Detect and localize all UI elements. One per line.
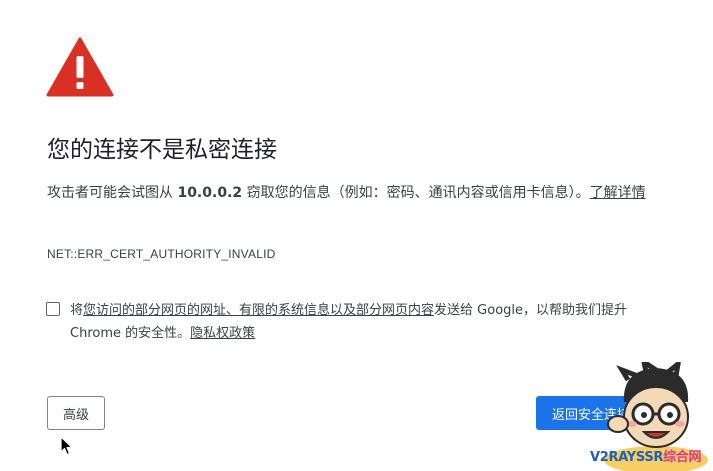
optin-details-link[interactable]: 您访问的部分网页的网址、有限的系统信息以及部分网页内容: [83, 303, 434, 318]
watermark-text: V2RAYSSR综合网: [590, 446, 702, 465]
watermark-part-1: V2RAYSSR: [590, 450, 664, 465]
optin-checkbox[interactable]: [46, 302, 60, 316]
description-text-before: 攻击者可能会试图从: [47, 185, 178, 201]
description-text-after: 窃取您的信息（例如：密码、通讯内容或信用卡信息）。: [242, 185, 590, 201]
error-code: NET::ERR_CERT_AUTHORITY_INVALID: [47, 247, 276, 261]
privacy-policy-link[interactable]: 隐私权政策: [190, 326, 255, 341]
optin-prefix: 将: [70, 303, 84, 318]
interstitial-page: 您的连接不是私密连接 攻击者可能会试图从 10.0.0.2 窃取您的信息（例如：…: [0, 0, 713, 471]
host-name: 10.0.0.2: [177, 185, 243, 201]
learn-more-link[interactable]: 了解详情: [590, 185, 646, 201]
warning-triangle-icon: [46, 37, 114, 97]
advanced-button[interactable]: 高级: [47, 396, 105, 430]
watermark-part-2: 综合网: [663, 450, 702, 465]
optin-label: 将您访问的部分网页的网址、有限的系统信息以及部分网页内容发送给 Google，以…: [70, 299, 640, 345]
mouse-pointer-icon: [60, 436, 73, 456]
error-description: 攻击者可能会试图从 10.0.0.2 窃取您的信息（例如：密码、通讯内容或信用卡…: [47, 181, 647, 205]
page-title: 您的连接不是私密连接: [47, 137, 277, 163]
